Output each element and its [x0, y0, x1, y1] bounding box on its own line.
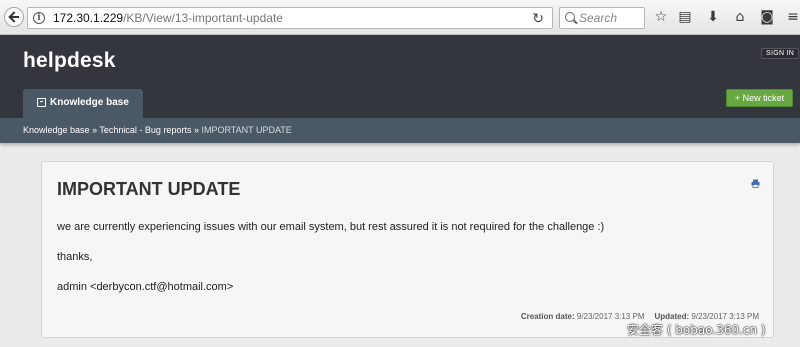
- sign-in-button[interactable]: SIGN IN: [761, 48, 800, 59]
- site-info-icon[interactable]: i: [33, 12, 45, 24]
- article-body-paragraph: we are currently experiencing issues wit…: [57, 221, 605, 233]
- article-body-paragraph: thanks,: [57, 251, 93, 263]
- article-card: IMPORTANT UPDATE we are currently experi…: [41, 161, 774, 338]
- updated-date-label: Updated:: [654, 312, 690, 321]
- reload-icon[interactable]: ↻: [532, 10, 544, 27]
- download-icon[interactable]: ⬇: [704, 8, 722, 26]
- breadcrumb-bar: Knowledge base » Technical - Bug reports…: [0, 118, 800, 143]
- breadcrumb-link-knowledge-base[interactable]: Knowledge base: [23, 125, 90, 135]
- breadcrumb-link-bug-reports[interactable]: Technical - Bug reports: [99, 125, 191, 135]
- article-title: IMPORTANT UPDATE: [57, 179, 241, 199]
- pocket-icon[interactable]: ◙: [758, 8, 776, 26]
- creation-date-label: Creation date:: [520, 312, 575, 321]
- star-icon[interactable]: ☆: [652, 8, 670, 26]
- breadcrumb-separator: »: [89, 125, 100, 135]
- search-input[interactable]: [579, 10, 641, 26]
- app-header: helpdesk SIGN IN Knowledge base + New ti…: [0, 35, 800, 118]
- url-text[interactable]: 172.30.1.229/KB/View/13-important-update: [53, 11, 283, 25]
- breadcrumb-current: IMPORTANT UPDATE: [201, 125, 292, 135]
- url-host: 172.30.1.229: [53, 11, 124, 25]
- new-ticket-button[interactable]: + New ticket: [726, 89, 793, 107]
- home-icon[interactable]: ⌂: [731, 8, 749, 26]
- breadcrumb-separator: »: [191, 125, 202, 135]
- tab-label: Knowledge base: [50, 97, 129, 108]
- article-dates: Creation date: 9/23/2017 3:13 PM Updated:…: [521, 312, 759, 321]
- creation-date-value: 9/23/2017 3:13 PM: [576, 312, 645, 321]
- search-icon: [565, 12, 575, 22]
- address-bar[interactable]: i 172.30.1.229/KB/View/13-important-upda…: [27, 7, 553, 29]
- url-path: /KB/View/13-important-update: [123, 11, 283, 25]
- article-signature: admin <derbycon.ctf@hotmail.com>: [57, 281, 234, 293]
- menu-icon[interactable]: ≡: [784, 8, 800, 26]
- watermark: 安全客 ( bobao.360.cn ): [627, 323, 766, 337]
- book-icon: [37, 98, 46, 107]
- browser-toolbar: i 172.30.1.229/KB/View/13-important-upda…: [0, 0, 800, 35]
- tab-knowledge-base[interactable]: Knowledge base: [23, 89, 143, 118]
- search-box[interactable]: [559, 7, 645, 29]
- reading-list-icon[interactable]: ▤: [676, 8, 694, 26]
- updated-date-value: 9/23/2017 3:13 PM: [691, 312, 759, 321]
- back-arrow-icon[interactable]: [4, 7, 24, 27]
- breadcrumb: Knowledge base » Technical - Bug reports…: [23, 125, 292, 135]
- brand-logo[interactable]: helpdesk: [23, 49, 116, 73]
- print-icon[interactable]: [751, 179, 760, 188]
